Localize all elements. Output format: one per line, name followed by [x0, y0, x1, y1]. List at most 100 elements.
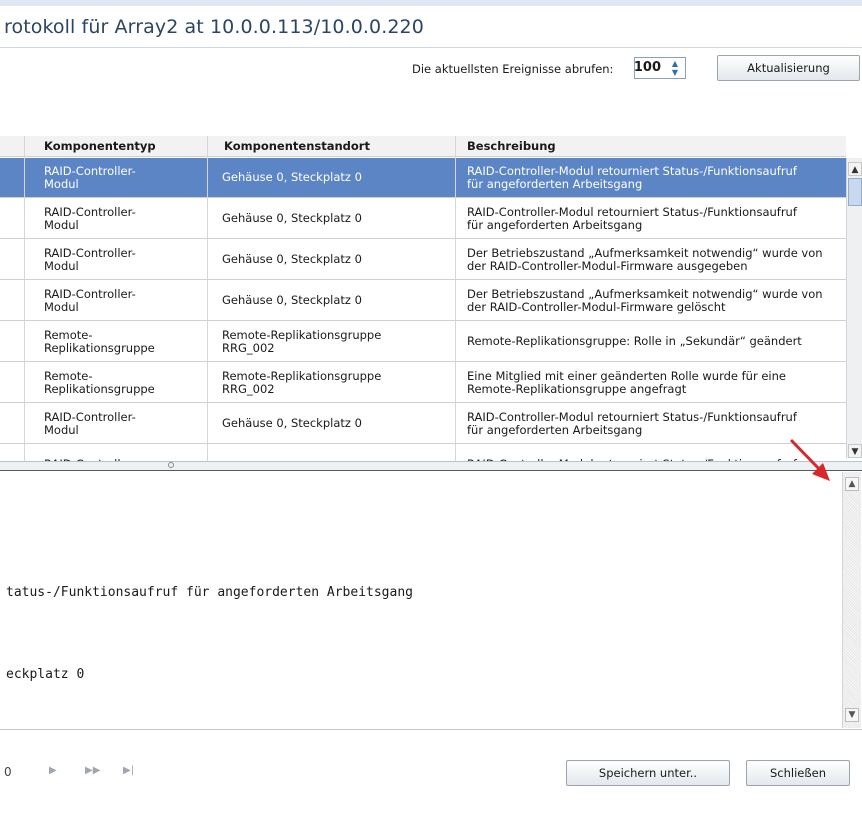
cell-description: Der Betriebszustand „Aufmerksamkeit notw…: [467, 240, 845, 279]
cell-text-line: RRG_002: [222, 340, 275, 355]
cell-text-line: Remote-Replikationsgruppe angefragt: [467, 381, 687, 396]
spinner-buttons[interactable]: ▲ ▼: [667, 59, 683, 77]
cell-description: RAID-Controller-Modul retourniert Status…: [467, 199, 845, 238]
column-divider: [24, 136, 25, 461]
cell-component-location: [222, 445, 452, 461]
table-row[interactable]: RAID-Controller- Modul Gehäuse 0, Steckpla…: [0, 404, 846, 444]
cell-description-text: Remote-Replikationsgruppe: Rolle in „Sek…: [467, 335, 802, 348]
cell-component-location: Gehäuse 0, Steckplatz 0: [222, 240, 452, 279]
table-row[interactable]: RAID-Controller- RAID-Controller-Modul re…: [0, 445, 846, 462]
cell-text-line: Remote-Replikationsgruppe: [222, 368, 382, 383]
cell-component-location: Gehäuse 0, Steckplatz 0: [222, 281, 452, 320]
refresh-button[interactable]: Aktualisierung: [717, 55, 860, 81]
detail-line: eckplatz 0: [6, 667, 85, 682]
page-title: rotokoll für Array2 at 10.0.0.113/10.0.0…: [4, 16, 424, 38]
cell-text-line: RAID-Controller-: [44, 204, 136, 219]
cell-text-line: Der Betriebszustand „Aufmerksamkeit notw…: [467, 286, 823, 301]
cell-component-type: Remote- Replikationsgruppe: [44, 363, 199, 402]
cell-component-location-text: Remote-Replikationsgruppe RRG_002: [222, 368, 382, 396]
cell-text-line: RRG_002: [222, 381, 275, 396]
cell-component-type: RAID-Controller- Modul: [44, 240, 199, 279]
cell-text-line: Remote-Replikationsgruppe: Rolle in „Sek…: [467, 334, 802, 348]
cell-text-line: Gehäuse 0, Steckplatz 0: [222, 211, 362, 225]
cell-component-type: RAID-Controller- Modul: [44, 281, 199, 320]
scroll-down-icon[interactable]: ▼: [845, 708, 859, 722]
column-divider: [455, 136, 456, 461]
col-header-location[interactable]: Komponentenstandort: [224, 139, 370, 153]
cell-text-line: Remote-: [44, 368, 93, 383]
spin-up-icon[interactable]: ▲: [667, 59, 683, 68]
cell-text-line: für angeforderten Arbeitsgang: [467, 217, 643, 232]
cell-text-line: der RAID-Controller-Modul-Firmware ausge…: [467, 258, 748, 273]
table-row[interactable]: RAID-Controller- Modul Gehäuse 0, Steckpla…: [0, 158, 846, 198]
cell-component-type: RAID-Controller- Modul: [44, 199, 199, 238]
event-detail-pane: tatus-/Funktionsaufruf für angeforderten…: [0, 472, 842, 728]
table-scrollbar[interactable]: ▲ ▼: [846, 158, 862, 458]
cell-text-line: Gehäuse 0, Steckplatz 0: [222, 293, 362, 307]
column-divider: [207, 136, 208, 461]
fetch-events-label: Die aktuellsten Ereignisse abrufen:: [412, 62, 614, 76]
window-top-border: [0, 0, 862, 6]
spin-down-icon[interactable]: ▼: [667, 68, 683, 77]
table-row[interactable]: Remote- Replikationsgruppe Remote-Replikat…: [0, 363, 846, 403]
pane-splitter[interactable]: [0, 461, 862, 471]
cell-description-text: Eine Mitglied mit einer geänderten Rolle…: [467, 368, 786, 396]
cell-component-type: RAID-Controller- Modul: [44, 404, 199, 443]
cell-description: Der Betriebszustand „Aufmerksamkeit notw…: [467, 281, 845, 320]
scrollbar-thumb[interactable]: [848, 178, 862, 206]
cell-description: Remote-Replikationsgruppe: Rolle in „Sek…: [467, 322, 845, 361]
close-button[interactable]: Schließen: [746, 760, 850, 786]
cell-component-location: Gehäuse 0, Steckplatz 0: [222, 199, 452, 238]
table-row[interactable]: RAID-Controller- Modul Gehäuse 0, Steckpla…: [0, 199, 846, 239]
cell-text-line: RAID-Controller-: [44, 286, 136, 301]
cell-component-location: Remote-Replikationsgruppe RRG_002: [222, 322, 452, 361]
cell-text-line: Remote-Replikationsgruppe: [222, 327, 382, 342]
fast-forward-icon[interactable]: ▶▶: [85, 765, 100, 776]
cell-text-line: Gehäuse 0, Steckplatz 0: [222, 416, 362, 430]
cell-component-type-text: RAID-Controller- Modul: [44, 286, 136, 314]
event-table: Komponententyp Komponentenstandort Besch…: [0, 136, 862, 461]
cell-text-line: Modul: [44, 217, 79, 232]
cell-component-type: RAID-Controller-: [44, 445, 199, 462]
cell-text-line: RAID-Controller-Modul retourniert Status…: [467, 409, 797, 424]
cell-component-location: Gehäuse 0, Steckplatz 0: [222, 404, 452, 443]
cell-text-line: RAID-Controller-Modul retourniert Status…: [467, 163, 797, 178]
scroll-up-icon[interactable]: ▲: [848, 162, 862, 176]
cell-text-line: RAID-Controller-: [44, 163, 136, 178]
cell-component-type-text: RAID-Controller- Modul: [44, 204, 136, 232]
cell-text-line: für angeforderten Arbeitsgang: [467, 176, 643, 191]
detail-line: tatus-/Funktionsaufruf für angeforderten…: [6, 585, 413, 600]
col-header-type[interactable]: Komponententyp: [44, 139, 156, 153]
cell-component-type-text: Remote- Replikationsgruppe: [44, 327, 155, 355]
table-row[interactable]: Remote- Replikationsgruppe Remote-Replikat…: [0, 322, 846, 362]
cell-component-type-text: RAID-Controller- Modul: [44, 246, 136, 273]
cell-text-line: RAID-Controller-: [44, 409, 136, 424]
event-count-spinner[interactable]: 100 ▲ ▼: [634, 57, 686, 79]
splitter-grip-icon[interactable]: [168, 462, 174, 468]
cell-component-location-text: Gehäuse 0, Steckplatz 0: [222, 212, 362, 225]
event-count-value[interactable]: 100: [634, 60, 661, 75]
play-icon[interactable]: ▶: [49, 765, 57, 776]
cell-description: Eine Mitglied mit einer geänderten Rolle…: [467, 363, 845, 402]
scroll-down-icon[interactable]: ▼: [848, 444, 862, 458]
cell-text-line: Replikationsgruppe: [44, 381, 155, 396]
table-row[interactable]: RAID-Controller- Modul Gehäuse 0, Steckpla…: [0, 281, 846, 321]
col-header-description[interactable]: Beschreibung: [467, 139, 556, 153]
table-row[interactable]: RAID-Controller- Modul Gehäuse 0, Steckpla…: [0, 240, 846, 280]
cell-component-type-text: RAID-Controller- Modul: [44, 409, 136, 437]
cell-text-line: Replikationsgruppe: [44, 340, 155, 355]
save-as-button[interactable]: Speichern unter..: [566, 760, 730, 786]
cell-description-text: Der Betriebszustand „Aufmerksamkeit notw…: [467, 286, 823, 314]
cell-component-location: Gehäuse 0, Steckplatz 0: [222, 158, 452, 197]
cell-component-location-text: Gehäuse 0, Steckplatz 0: [222, 171, 362, 184]
skip-end-icon[interactable]: ▶|: [123, 765, 134, 776]
detail-scrollbar[interactable]: ▲ ▼: [842, 472, 861, 728]
scroll-up-icon[interactable]: ▲: [845, 477, 859, 491]
title-divider: [0, 47, 862, 48]
cell-component-type-text: RAID-Controller- Modul: [44, 163, 136, 191]
cell-component-location-text: Gehäuse 0, Steckplatz 0: [222, 253, 362, 266]
cell-text-line: Eine Mitglied mit einer geänderten Rolle…: [467, 368, 786, 383]
cell-text-line: Remote-: [44, 327, 93, 342]
cell-description-text: Der Betriebszustand „Aufmerksamkeit notw…: [467, 246, 823, 273]
cell-component-location: Remote-Replikationsgruppe RRG_002: [222, 363, 452, 402]
